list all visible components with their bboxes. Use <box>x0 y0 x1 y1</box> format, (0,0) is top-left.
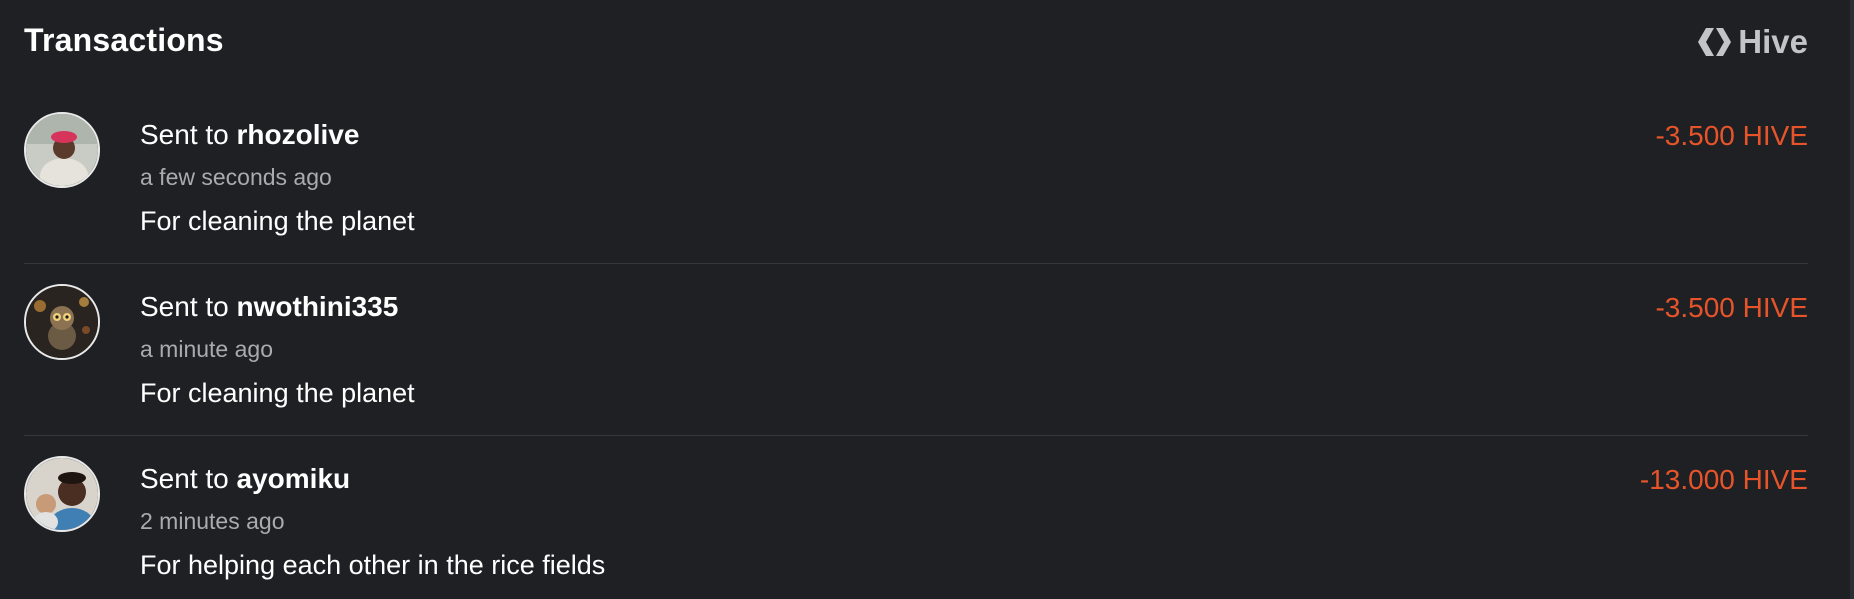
transactions-header: Transactions Hive <box>24 0 1808 80</box>
transaction-memo: For cleaning the planet <box>140 378 415 408</box>
sent-to-prefix: Sent to <box>140 119 237 150</box>
transaction-time: a minute ago <box>140 336 273 362</box>
recipient-link[interactable]: nwothini335 <box>237 291 399 322</box>
avatar[interactable] <box>24 112 100 188</box>
transaction-title: Sent to rhozolive <box>140 119 359 151</box>
recipient-link[interactable]: ayomiku <box>237 463 351 494</box>
transaction-title: Sent to nwothini335 <box>140 291 398 323</box>
page-title: Transactions <box>24 22 224 58</box>
transaction-title: Sent to ayomiku <box>140 463 350 495</box>
sent-to-prefix: Sent to <box>140 463 237 494</box>
transaction-row[interactable]: Sent to ayomiku 2 minutes ago For helpin… <box>24 436 1808 599</box>
transaction-amount: -3.500 HIVE <box>1655 292 1808 323</box>
transaction-row[interactable]: Sent to nwothini335 a minute ago For cle… <box>24 264 1808 436</box>
transactions-list: Sent to rhozolive a few seconds ago For … <box>24 92 1808 599</box>
transactions-panel: Transactions Hive Sent to rhozolive a fe… <box>0 0 1854 599</box>
hive-logo-icon <box>1698 27 1732 57</box>
hive-brand[interactable]: Hive <box>1698 22 1808 62</box>
sent-to-prefix: Sent to <box>140 291 237 322</box>
recipient-link[interactable]: rhozolive <box>237 119 360 150</box>
avatar[interactable] <box>24 456 100 532</box>
avatar[interactable] <box>24 284 100 360</box>
avatar-image <box>26 114 98 186</box>
transaction-memo: For helping each other in the rice field… <box>140 550 606 580</box>
transaction-time: 2 minutes ago <box>140 508 285 534</box>
scrollbar-track[interactable] <box>1850 0 1854 599</box>
transaction-memo: For cleaning the planet <box>140 206 415 236</box>
avatar-image <box>26 458 98 530</box>
transaction-amount: -3.500 HIVE <box>1655 120 1808 151</box>
brand-label: Hive <box>1738 23 1808 60</box>
avatar-image <box>26 286 98 358</box>
transaction-amount: -13.000 HIVE <box>1639 464 1808 495</box>
transaction-time: a few seconds ago <box>140 164 332 190</box>
transaction-row[interactable]: Sent to rhozolive a few seconds ago For … <box>24 92 1808 264</box>
